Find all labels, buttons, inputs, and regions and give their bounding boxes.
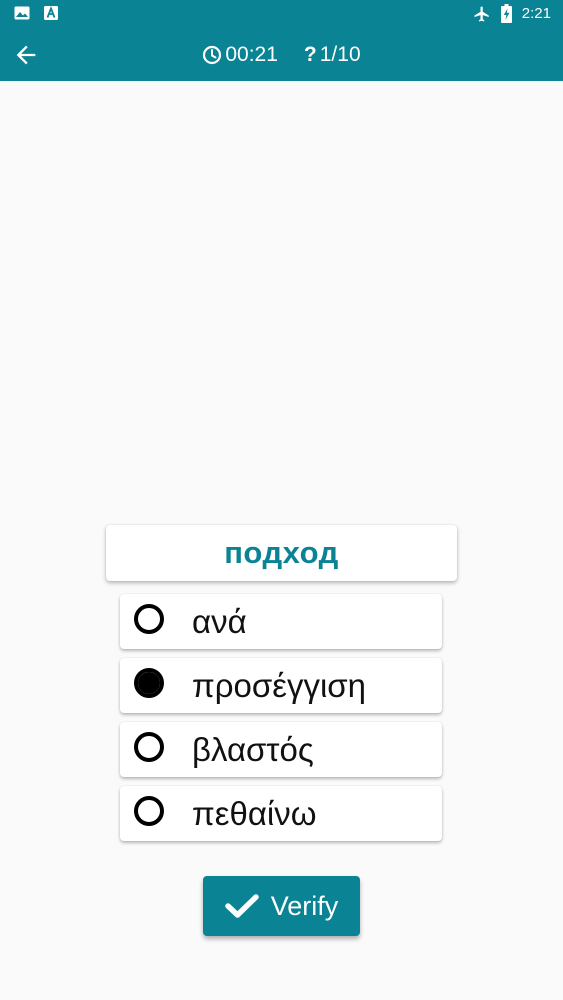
answer-option-label: προσέγγιση xyxy=(192,666,367,704)
checkmark-icon xyxy=(224,893,259,919)
answer-option-label: πεθαίνω xyxy=(192,794,317,832)
quiz-word: подход xyxy=(224,535,339,570)
radio-button-selected[interactable] xyxy=(134,668,164,698)
radio-button[interactable] xyxy=(134,796,164,826)
image-icon xyxy=(14,6,30,20)
answer-options: ανά προσέγγιση βλαστός πεθαίνω xyxy=(120,594,442,850)
answer-option-label: ανά xyxy=(192,602,247,640)
clock-icon xyxy=(202,45,222,65)
answer-option-label: βλαστός xyxy=(192,730,314,768)
status-bar: 2:21 xyxy=(0,0,563,29)
airplane-icon xyxy=(473,5,491,23)
radio-button[interactable] xyxy=(134,604,164,634)
status-time: 2:21 xyxy=(521,5,551,22)
question-icon: ? xyxy=(303,43,317,66)
radio-dot xyxy=(138,672,160,694)
battery-charging-icon xyxy=(500,4,512,23)
timer-value: 00:21 xyxy=(225,43,278,66)
verify-button[interactable]: Verify xyxy=(203,876,360,936)
verify-label: Verify xyxy=(270,890,339,921)
progress-value: 1/10 xyxy=(319,43,361,66)
font-a-icon xyxy=(44,6,58,20)
question-progress: ? 1/10 xyxy=(304,43,361,67)
answer-option[interactable]: προσέγγιση xyxy=(120,658,442,713)
answer-option[interactable]: πεθαίνω xyxy=(120,786,442,841)
app-bar: 00:21 ? 1/10 xyxy=(0,29,563,81)
radio-button[interactable] xyxy=(134,732,164,762)
answer-option[interactable]: ανά xyxy=(120,594,442,649)
word-card: подход xyxy=(106,525,457,581)
answer-option[interactable]: βλαστός xyxy=(120,722,442,777)
timer: 00:21 xyxy=(202,43,278,67)
